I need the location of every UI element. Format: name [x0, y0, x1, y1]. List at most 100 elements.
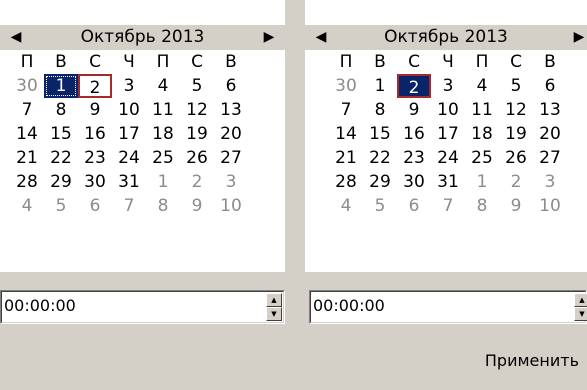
day-cell[interactable]: 2 [499, 170, 533, 194]
decrement-button[interactable]: ▼ [266, 307, 282, 321]
day-cell[interactable]: 3 [112, 74, 146, 98]
selected-day-cell[interactable]: 2 [397, 74, 431, 98]
day-cell[interactable]: 10 [112, 98, 146, 122]
today-day-cell[interactable]: 2 [78, 74, 112, 98]
day-cell[interactable]: 29 [363, 170, 397, 194]
day-cell[interactable]: 21 [10, 146, 44, 170]
day-cell[interactable]: 19 [499, 122, 533, 146]
end-date-calendar[interactable]: ◀ Октябрь 2013 ▶ П В С Ч П С В 30 1 2 3 … [305, 0, 587, 272]
day-cell[interactable]: 11 [146, 98, 180, 122]
month-title[interactable]: Октябрь 2013 [0, 25, 285, 50]
day-cell[interactable]: 8 [363, 98, 397, 122]
day-cell[interactable]: 8 [146, 194, 180, 218]
day-cell[interactable]: 17 [112, 122, 146, 146]
day-cell[interactable]: 8 [465, 194, 499, 218]
day-cell[interactable]: 10 [533, 194, 567, 218]
day-cell[interactable]: 20 [214, 122, 248, 146]
month-title[interactable]: Октябрь 2013 [305, 25, 587, 50]
day-cell[interactable]: 30 [78, 170, 112, 194]
day-cell[interactable]: 21 [329, 146, 363, 170]
day-cell[interactable]: 10 [214, 194, 248, 218]
day-cell[interactable]: 9 [78, 98, 112, 122]
next-month-button[interactable]: ▶ [567, 25, 587, 50]
day-cell[interactable]: 20 [533, 122, 567, 146]
day-cell[interactable]: 28 [10, 170, 44, 194]
day-cell[interactable]: 31 [112, 170, 146, 194]
day-cell[interactable]: 9 [499, 194, 533, 218]
day-cell[interactable]: 13 [214, 98, 248, 122]
day-cell[interactable]: 10 [431, 98, 465, 122]
day-cell[interactable]: 27 [214, 146, 248, 170]
next-month-button[interactable]: ▶ [257, 25, 281, 50]
increment-button[interactable]: ▲ [574, 293, 587, 307]
day-cell[interactable]: 4 [329, 194, 363, 218]
day-cell[interactable]: 26 [180, 146, 214, 170]
weekday-row: П В С Ч П С В [329, 50, 567, 74]
day-cell[interactable]: 14 [329, 122, 363, 146]
day-cell[interactable]: 29 [44, 170, 78, 194]
day-cell[interactable]: 5 [363, 194, 397, 218]
day-cell[interactable]: 7 [431, 194, 465, 218]
day-cell[interactable]: 27 [533, 146, 567, 170]
apply-button[interactable]: Применить [485, 346, 579, 376]
day-cell[interactable]: 6 [214, 74, 248, 98]
day-cell[interactable]: 3 [214, 170, 248, 194]
day-cell[interactable]: 12 [180, 98, 214, 122]
day-cell[interactable]: 30 [397, 170, 431, 194]
selected-day-cell[interactable]: 1 [44, 74, 78, 98]
day-cell[interactable]: 3 [431, 74, 465, 98]
end-time-input[interactable] [313, 291, 513, 321]
day-cell[interactable]: 1 [363, 74, 397, 98]
day-cell[interactable]: 23 [397, 146, 431, 170]
day-cell[interactable]: 26 [499, 146, 533, 170]
day-cell[interactable]: 18 [465, 122, 499, 146]
day-cell[interactable]: 22 [44, 146, 78, 170]
day-cell[interactable]: 22 [363, 146, 397, 170]
start-time-input[interactable] [4, 291, 204, 321]
day-cell[interactable]: 6 [78, 194, 112, 218]
day-cell[interactable]: 28 [329, 170, 363, 194]
day-cell[interactable]: 15 [44, 122, 78, 146]
day-cell[interactable]: 4 [10, 194, 44, 218]
day-cell[interactable]: 6 [533, 74, 567, 98]
day-cell[interactable]: 9 [180, 194, 214, 218]
day-cell[interactable]: 5 [180, 74, 214, 98]
day-cell[interactable]: 23 [78, 146, 112, 170]
day-cell[interactable]: 30 [10, 74, 44, 98]
day-cell[interactable]: 5 [44, 194, 78, 218]
day-cell[interactable]: 5 [499, 74, 533, 98]
day-cell[interactable]: 14 [10, 122, 44, 146]
day-cell[interactable]: 13 [533, 98, 567, 122]
day-cell[interactable]: 8 [44, 98, 78, 122]
day-cell[interactable]: 9 [397, 98, 431, 122]
increment-button[interactable]: ▲ [266, 293, 282, 307]
day-cell[interactable]: 1 [465, 170, 499, 194]
day-cell[interactable]: 24 [112, 146, 146, 170]
day-cell[interactable]: 7 [10, 98, 44, 122]
day-cell[interactable]: 6 [397, 194, 431, 218]
day-cell[interactable]: 24 [431, 146, 465, 170]
day-cell[interactable]: 16 [397, 122, 431, 146]
day-cell[interactable]: 3 [533, 170, 567, 194]
day-cell[interactable]: 4 [146, 74, 180, 98]
day-cell[interactable]: 30 [329, 74, 363, 98]
day-cell[interactable]: 2 [180, 170, 214, 194]
right-arrow-icon: ▶ [263, 29, 275, 45]
day-cell[interactable]: 11 [465, 98, 499, 122]
day-cell[interactable]: 25 [465, 146, 499, 170]
decrement-button[interactable]: ▼ [574, 307, 587, 321]
day-cell[interactable]: 7 [329, 98, 363, 122]
day-cell[interactable]: 7 [112, 194, 146, 218]
day-cell[interactable]: 18 [146, 122, 180, 146]
day-cell[interactable]: 17 [431, 122, 465, 146]
weekday-label: С [191, 52, 203, 72]
day-cell[interactable]: 16 [78, 122, 112, 146]
day-cell[interactable]: 12 [499, 98, 533, 122]
day-cell[interactable]: 1 [146, 170, 180, 194]
day-cell[interactable]: 15 [363, 122, 397, 146]
start-date-calendar[interactable]: ◀ Октябрь 2013 ▶ П В С Ч П С В 30 1 2 3 … [0, 0, 285, 272]
day-cell[interactable]: 19 [180, 122, 214, 146]
day-cell[interactable]: 25 [146, 146, 180, 170]
day-cell[interactable]: 4 [465, 74, 499, 98]
day-cell[interactable]: 31 [431, 170, 465, 194]
